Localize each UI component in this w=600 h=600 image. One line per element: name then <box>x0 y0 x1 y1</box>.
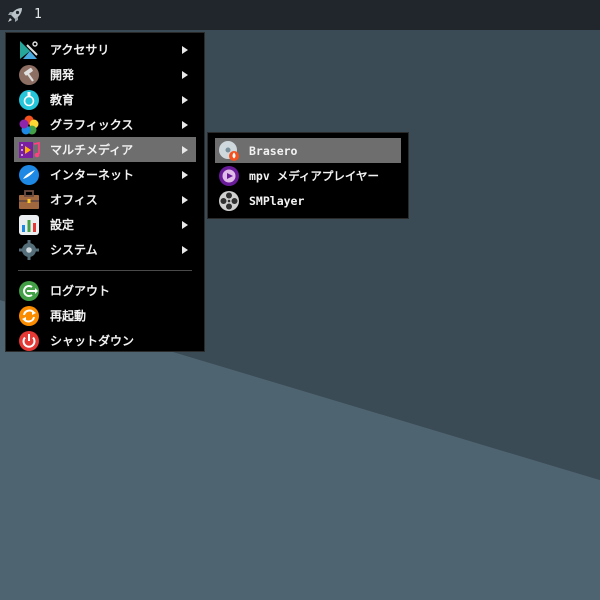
menu-item-development[interactable]: 開発 <box>14 62 196 87</box>
shutdown-icon <box>19 330 39 351</box>
submenu-arrow-icon <box>182 120 188 129</box>
settings-icon <box>19 214 39 235</box>
menu-item-label: ログアウト <box>50 284 111 298</box>
menu-item-label: 設定 <box>50 218 75 232</box>
menu-item-label: 開発 <box>50 68 75 82</box>
graphics-icon <box>19 115 39 134</box>
submenu-arrow-icon <box>182 195 188 204</box>
submenu-arrow-icon <box>182 70 188 79</box>
menu-item-label: 教育 <box>50 93 75 107</box>
submenu-arrow-icon <box>182 45 188 54</box>
menu-item-reboot[interactable]: 再起動 <box>14 303 196 328</box>
menu-item-internet[interactable]: インターネット <box>14 162 196 187</box>
submenu-arrow-icon <box>182 220 188 229</box>
menu-item-label: アクセサリ <box>50 43 110 57</box>
top-panel: 1 <box>0 0 600 30</box>
development-icon <box>19 64 39 85</box>
brasero-icon <box>219 140 239 161</box>
mpv-icon <box>219 165 239 186</box>
menu-item-label: オフィス <box>50 193 98 207</box>
smplayer-icon <box>219 190 239 211</box>
menu-item-label: マルチメディア <box>50 143 134 157</box>
workspace-indicator[interactable]: 1 <box>34 7 42 22</box>
menu-item-accessories[interactable]: アクセサリ <box>14 37 196 62</box>
menu-item-label: インターネット <box>50 168 135 182</box>
education-icon <box>19 89 39 110</box>
menu-separator <box>18 270 192 271</box>
accessories-icon <box>20 40 38 59</box>
submenu-item-label: SMPlayer <box>249 193 305 208</box>
menu-item-label: システム <box>50 243 98 257</box>
menu-launcher-button[interactable] <box>5 5 25 25</box>
submenu-item-label: mpv メディアプレイヤー <box>249 168 380 183</box>
menu-item-shutdown[interactable]: シャットダウン <box>14 328 196 353</box>
submenu-item-label: Brasero <box>249 143 298 158</box>
submenu-arrow-icon <box>182 170 188 179</box>
submenu-item-mpv[interactable]: mpv メディアプレイヤー <box>215 163 401 188</box>
system-icon <box>19 239 39 260</box>
logout-icon <box>19 280 39 301</box>
multimedia-icon <box>19 141 40 158</box>
menu-item-education[interactable]: 教育 <box>14 87 196 112</box>
internet-icon <box>19 164 39 185</box>
menu-item-logout[interactable]: ログアウト <box>14 278 196 303</box>
submenu-arrow-icon <box>182 95 188 104</box>
submenu-arrow-icon <box>182 245 188 254</box>
menu-item-label: シャットダウン <box>50 334 135 348</box>
rocket-icon <box>8 8 22 22</box>
menu-item-graphics[interactable]: グラフィックス <box>14 112 196 137</box>
submenu-item-brasero[interactable]: Brasero <box>215 138 401 163</box>
submenu-arrow-icon <box>182 145 188 154</box>
menu-item-label: 再起動 <box>50 309 87 323</box>
office-icon <box>19 189 39 209</box>
menu-item-system[interactable]: システム <box>14 237 196 262</box>
menu-item-settings[interactable]: 設定 <box>14 212 196 237</box>
multimedia-submenu: Brasero mpv メディアプレイヤー SMPlayer <box>207 132 409 219</box>
menu-item-office[interactable]: オフィス <box>14 187 196 212</box>
application-menu: アクセサリ 開発 教育 グラフィックス マルチメディア インターネット オフィス… <box>5 32 205 352</box>
menu-item-multimedia[interactable]: マルチメディア <box>14 137 196 162</box>
reboot-icon <box>19 305 39 326</box>
submenu-item-smplayer[interactable]: SMPlayer <box>215 188 401 213</box>
menu-item-label: グラフィックス <box>50 118 134 132</box>
